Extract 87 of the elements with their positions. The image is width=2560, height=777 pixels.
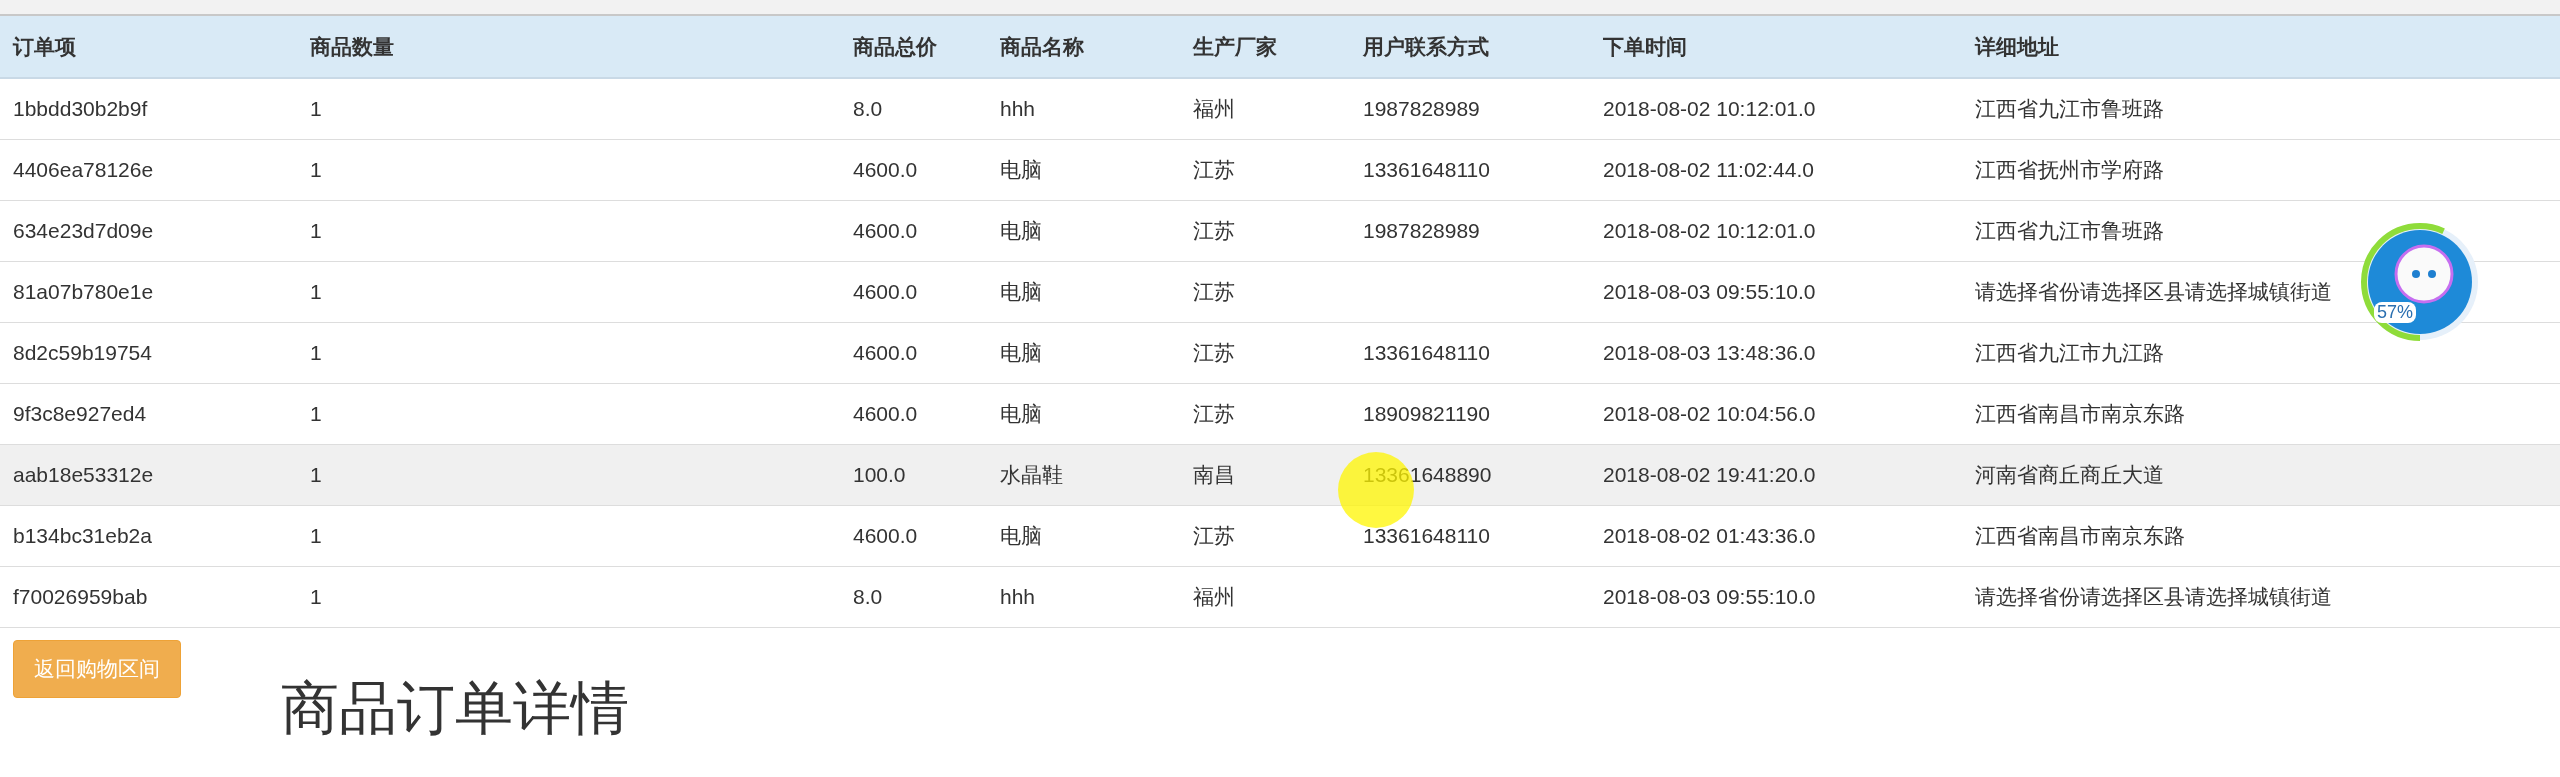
- table-cell: 2018-08-02 11:02:44.0: [1603, 158, 1814, 181]
- column-header: 用户联系方式: [1350, 16, 1590, 78]
- table-cell: 4406ea78126e: [13, 158, 154, 181]
- table-cell: 电脑: [1000, 219, 1042, 242]
- table-cell: 9f3c8e927ed4: [13, 402, 147, 425]
- table-cell: 1: [310, 97, 322, 120]
- table-cell: 2018-08-03 09:55:10.0: [1603, 280, 1816, 303]
- table-cell: 1: [310, 158, 322, 181]
- table-cell: 8.0: [853, 97, 883, 120]
- table-row[interactable]: 9f3c8e927ed4 1 4600.0 电脑 江苏 18909821190 2018-08-02 10:04:56.0 江西省南昌市南京东路: [0, 383, 2560, 445]
- table-row[interactable]: 8d2c59b19754 1 4600.0 电脑 江苏 13361648110 2018-08-03 13:48:36.0 江西省九江市九江路: [0, 322, 2560, 384]
- table-cell: 4600.0: [853, 280, 918, 303]
- column-header: 商品名称: [987, 16, 1180, 78]
- table-cell: 2018-08-02 01:43:36.0: [1603, 524, 1816, 547]
- table-cell: 江西省九江市鲁班路: [1975, 219, 2164, 242]
- table-cell: 2018-08-02 10:12:01.0: [1603, 97, 1816, 120]
- table-cell: 1: [310, 341, 322, 364]
- table-cell: 1bbdd30b2b9f: [13, 97, 148, 120]
- column-header: 商品数量: [297, 16, 840, 78]
- table-row[interactable]: 1bbdd30b2b9f 1 8.0 hhh 福州 1987828989 2018-08-02 10:12:01.0 江西省九江市鲁班路: [0, 78, 2560, 140]
- table-cell: 江西省九江市九江路: [1975, 341, 2164, 364]
- table-cell: 18909821190: [1363, 402, 1490, 425]
- table-cell: 江西省南昌市南京东路: [1975, 402, 2185, 425]
- table-cell: 江苏: [1193, 158, 1235, 181]
- table-cell: hhh: [1000, 585, 1036, 608]
- table-cell: 1: [310, 463, 322, 486]
- table-cell: 福州: [1193, 585, 1235, 608]
- table-cell: 4600.0: [853, 524, 918, 547]
- table-cell: 江西省南昌市南京东路: [1975, 524, 2185, 547]
- column-header: 商品总价: [840, 16, 987, 78]
- chat-bubble-icon[interactable]: [2360, 222, 2480, 342]
- column-header: 详细地址: [1962, 16, 2560, 78]
- table-cell: 江苏: [1193, 402, 1235, 425]
- page-heading: 商品订单详情: [281, 674, 629, 742]
- table-cell: 1987828989: [1363, 219, 1480, 242]
- table-cell: 1: [310, 402, 322, 425]
- table-cell: 请选择省份请选择区县请选择城镇街道: [1975, 585, 2332, 608]
- table-cell: 电脑: [1000, 280, 1042, 303]
- table-cell: 福州: [1193, 97, 1235, 120]
- table-row[interactable]: f70026959bab 1 8.0 hhh 福州 2018-08-03 09:55:10.0 请选择省份请选择区县请选择城镇街道: [0, 566, 2560, 628]
- table-cell: 江苏: [1193, 280, 1235, 303]
- table-cell: 634e23d7d09e: [13, 219, 154, 242]
- column-header: 下单时间: [1590, 16, 1962, 78]
- table-row[interactable]: 634e23d7d09e 1 4600.0 电脑 江苏 1987828989 2018-08-02 10:12:01.0 江西省九江市鲁班路: [0, 200, 2560, 262]
- table-cell: 电脑: [1000, 341, 1042, 364]
- table-cell: 南昌: [1193, 463, 1235, 486]
- table-cell: 81a07b780e1e: [13, 280, 154, 303]
- table-cell: 4600.0: [853, 219, 918, 242]
- column-header: 订单项: [0, 16, 297, 78]
- table-cell: 2018-08-02 10:04:56.0: [1603, 402, 1816, 425]
- table-row[interactable]: b134bc31eb2a 1 4600.0 电脑 江苏 13361648110 2018-08-02 01:43:36.0 江西省南昌市南京东路: [0, 505, 2560, 567]
- table-cell: 江苏: [1193, 219, 1235, 242]
- table-cell: 100.0: [853, 463, 906, 486]
- table-cell: 4600.0: [853, 158, 918, 181]
- table-cell: b134bc31eb2a: [13, 524, 152, 547]
- table-cell: f70026959bab: [13, 585, 148, 608]
- table-cell: 4600.0: [853, 402, 918, 425]
- table-cell: 电脑: [1000, 158, 1042, 181]
- table-row[interactable]: 4406ea78126e 1 4600.0 电脑 江苏 13361648110 2018-08-02 11:02:44.0 江西省抚州市学府路: [0, 139, 2560, 201]
- usage-reading: 57%: [2374, 302, 2417, 323]
- table-cell: 2018-08-03 13:48:36.0: [1603, 341, 1816, 364]
- table-cell: 1: [310, 280, 322, 303]
- table-cell: aab18e53312e: [13, 463, 154, 486]
- table-cell: 水晶鞋: [1000, 463, 1063, 486]
- table-cell: 8.0: [853, 585, 883, 608]
- table-cell: 2018-08-02 10:12:01.0: [1603, 219, 1816, 242]
- table-cell: 8d2c59b19754: [13, 341, 152, 364]
- table-cell: 1: [310, 585, 322, 608]
- table-cell: 江苏: [1193, 341, 1235, 364]
- table-cell: 13361648110: [1363, 524, 1490, 547]
- table-cell: 13361648110: [1363, 158, 1490, 181]
- table-cell: 江西省九江市鲁班路: [1975, 97, 2164, 120]
- table-cell: 电脑: [1000, 524, 1042, 547]
- table-cell: 请选择省份请选择区县请选择城镇街道: [1975, 280, 2332, 303]
- column-header: 生产厂家: [1180, 16, 1350, 78]
- table-cell: 2018-08-02 19:41:20.0: [1603, 463, 1816, 486]
- table-cell: 1987828989: [1363, 97, 1480, 120]
- table-cell: 4600.0: [853, 341, 918, 364]
- table-cell: 江苏: [1193, 524, 1235, 547]
- table-cell: 1: [310, 219, 322, 242]
- table-cell: 电脑: [1000, 402, 1042, 425]
- table-cell: 河南省商丘商丘大道: [1975, 463, 2164, 486]
- table-cell: 1: [310, 524, 322, 547]
- table-cell: 2018-08-03 09:55:10.0: [1603, 585, 1816, 608]
- table-cell: 江西省抚州市学府路: [1975, 158, 2164, 181]
- table-cell: hhh: [1000, 97, 1036, 120]
- table-cell: 13361648110: [1363, 341, 1490, 364]
